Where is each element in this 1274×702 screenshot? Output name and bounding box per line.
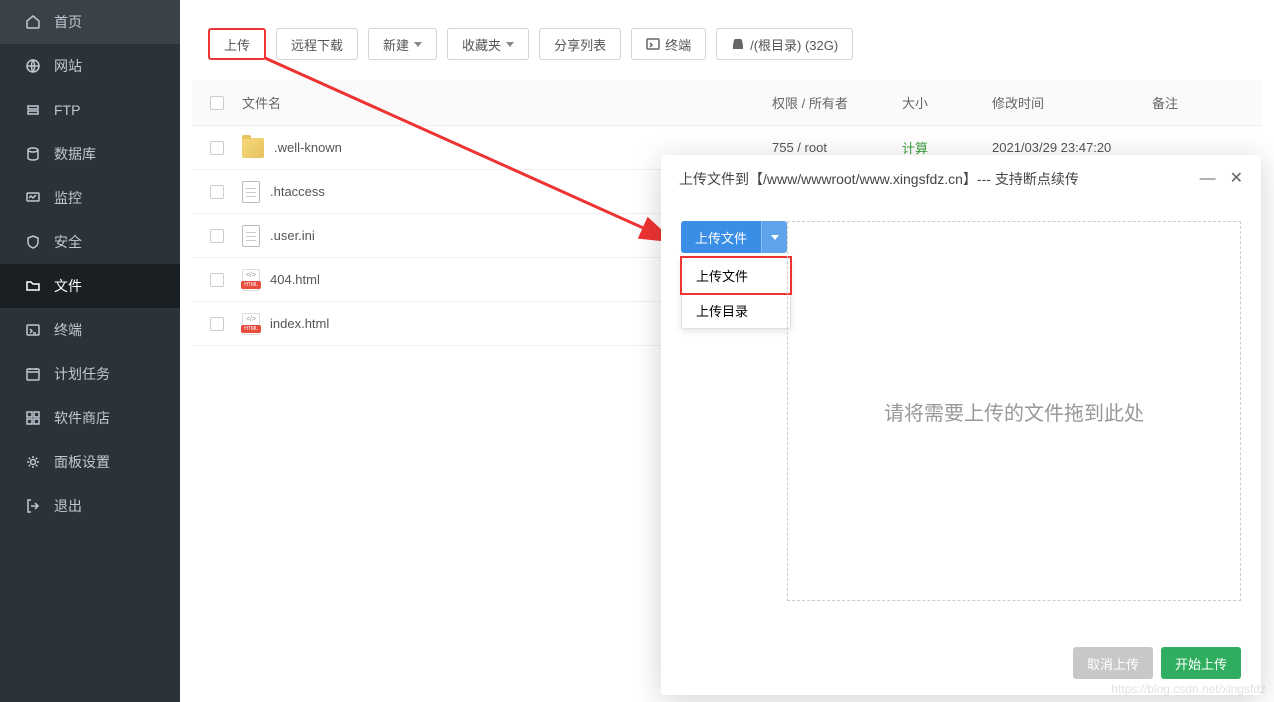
sidebar-label: 文件 [54,276,82,296]
sidebar-item-settings[interactable]: 面板设置 [0,440,180,484]
row-checkbox[interactable] [210,141,224,155]
sidebar-label: 退出 [54,496,82,516]
ftp-icon [24,101,42,119]
cancel-upload-button[interactable]: 取消上传 [1073,647,1153,679]
chevron-down-icon [414,42,422,47]
sidebar-label: 监控 [54,188,82,208]
row-checkbox[interactable] [210,185,224,199]
sidebar-label: 安全 [54,232,82,252]
upload-dropdown-toggle[interactable] [761,221,787,253]
folder-icon [24,277,42,295]
sidebar-item-website[interactable]: 网站 [0,44,180,88]
table-header: 文件名 权限 / 所有者 大小 修改时间 备注 [192,80,1262,126]
gear-icon [24,453,42,471]
minimize-button[interactable]: — [1200,171,1216,187]
upload-dropdown: 上传文件 上传目录 [681,257,791,329]
folder-icon [242,138,264,158]
root-path-button[interactable]: /(根目录) (32G) [716,28,853,60]
sidebar-label: 终端 [54,320,82,340]
upload-button[interactable]: 上传 [208,28,266,60]
upload-directory-option[interactable]: 上传目录 [682,293,790,328]
sidebar-item-ftp[interactable]: FTP [0,88,180,132]
sidebar-item-cron[interactable]: 计划任务 [0,352,180,396]
remote-download-button[interactable]: 远程下载 [276,28,358,60]
file-icon [242,225,260,247]
select-all-checkbox[interactable] [210,96,224,110]
grid-icon [24,409,42,427]
start-upload-button[interactable]: 开始上传 [1161,647,1241,679]
chevron-down-icon [771,235,779,240]
shield-icon [24,233,42,251]
terminal-icon [646,37,660,51]
new-button[interactable]: 新建 [368,28,437,60]
sidebar-label: FTP [54,102,80,118]
sidebar-item-store[interactable]: 软件商店 [0,396,180,440]
disk-icon [731,37,745,51]
sidebar-label: 首页 [54,12,82,32]
favorites-button[interactable]: 收藏夹 [447,28,529,60]
sidebar-item-database[interactable]: 数据库 [0,132,180,176]
upload-file-option[interactable]: 上传文件 [680,256,792,295]
terminal-icon [24,321,42,339]
sidebar-label: 网站 [54,56,82,76]
sidebar-item-logout[interactable]: 退出 [0,484,180,528]
sidebar-item-security[interactable]: 安全 [0,220,180,264]
database-icon [24,145,42,163]
file-icon [242,181,260,203]
sidebar-item-terminal[interactable]: 终端 [0,308,180,352]
upload-dialog: 上传文件到【/www/wwwroot/www.xingsfdz.cn】--- 支… [661,155,1261,695]
dropzone[interactable]: 请将需要上传的文件拖到此处 [787,221,1241,601]
watermark: https://blog.csdn.net/xingsfdz [1111,682,1266,696]
sidebar-label: 软件商店 [54,408,110,428]
html-file-icon [242,313,260,335]
row-checkbox[interactable] [210,229,224,243]
clock-icon [24,365,42,383]
home-icon [24,13,42,31]
close-button[interactable]: ✕ [1230,171,1243,187]
row-checkbox[interactable] [210,273,224,287]
terminal-button[interactable]: 终端 [631,28,706,60]
sidebar-label: 计划任务 [54,364,110,384]
chevron-down-icon [506,42,514,47]
sidebar-item-home[interactable]: 首页 [0,0,180,44]
html-file-icon [242,269,260,291]
monitor-icon [24,189,42,207]
globe-icon [24,57,42,75]
logout-icon [24,497,42,515]
upload-file-button[interactable]: 上传文件 [681,221,761,253]
sidebar-label: 面板设置 [54,452,110,472]
sidebar-label: 数据库 [54,144,96,164]
share-list-button[interactable]: 分享列表 [539,28,621,60]
sidebar-item-files[interactable]: 文件 [0,264,180,308]
sidebar-item-monitor[interactable]: 监控 [0,176,180,220]
dialog-title: 上传文件到【/www/wwwroot/www.xingsfdz.cn】--- 支… [679,169,1079,189]
row-checkbox[interactable] [210,317,224,331]
